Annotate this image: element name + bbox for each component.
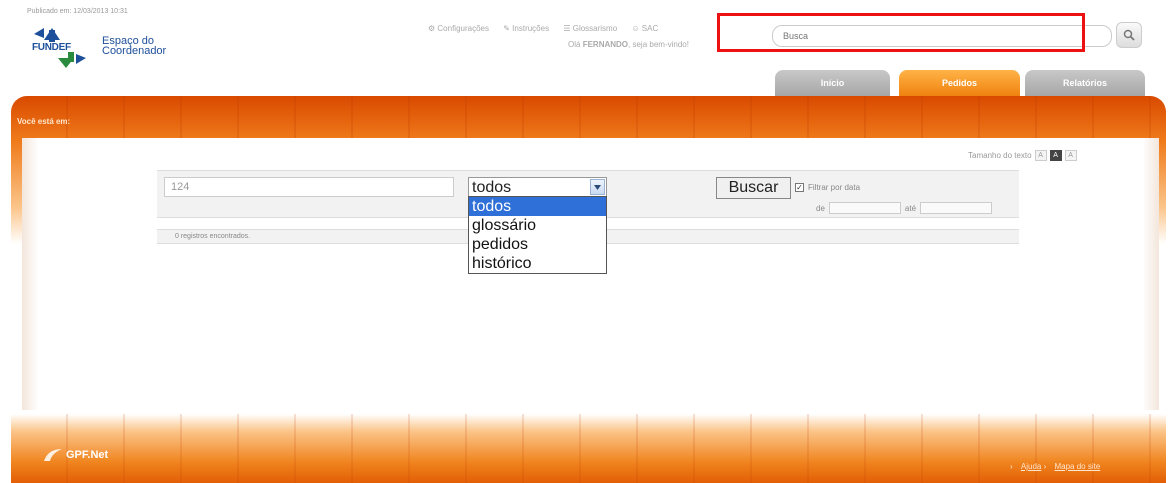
footer <box>11 414 1166 483</box>
select-value: todos <box>472 179 512 196</box>
date-filter-checkbox[interactable]: ✓ <box>795 183 804 192</box>
query-input[interactable] <box>164 177 454 197</box>
from-label: de <box>816 203 825 213</box>
category-select[interactable]: todos <box>468 177 607 197</box>
text-size-large-button[interactable]: A <box>1064 150 1077 161</box>
link-sac[interactable]: ☺ SAC <box>631 24 664 33</box>
chevron-down-icon <box>594 184 601 190</box>
top-links: ⚙ Configurações ✎ Instruções ☰ Glossaris… <box>428 24 670 33</box>
link-instrucoes[interactable]: ✎ Instruções <box>503 24 555 33</box>
buscar-button[interactable]: Buscar <box>716 177 791 199</box>
date-range: de até <box>816 202 993 214</box>
search-highlight-box <box>717 13 1085 52</box>
date-filter-label: Filtrar por data <box>808 183 861 192</box>
tab-relatorios[interactable]: Relatórios <box>1025 70 1145 96</box>
footer-logo-icon <box>44 449 62 461</box>
link-ajuda[interactable]: Ajuda <box>1021 462 1041 471</box>
user-greeting: Olá FERNANDO, seja bem-vindo! <box>568 40 689 49</box>
fundef-logo[interactable]: FUNDEF Espaço do Coordenador <box>30 24 180 74</box>
option-todos[interactable]: todos <box>469 197 606 216</box>
category-dropdown-list: todos glossário pedidos histórico <box>468 196 607 274</box>
link-configuracoes[interactable]: ⚙ Configurações <box>428 24 495 33</box>
breadcrumb: Você está em: <box>17 117 71 126</box>
tab-pedidos[interactable]: Pedidos <box>899 70 1020 96</box>
text-size-small-button[interactable]: A <box>1034 150 1047 161</box>
logo-subtitle: Espaço do Coordenador <box>102 36 167 57</box>
to-date-input[interactable] <box>920 202 993 214</box>
date-filter: ✓ Filtrar por data <box>795 183 860 192</box>
text-size-medium-button[interactable]: A <box>1049 150 1062 161</box>
text-size-control: Tamanho do texto A A A <box>968 150 1077 161</box>
from-date-input[interactable] <box>828 202 901 214</box>
option-historico[interactable]: histórico <box>469 254 606 273</box>
option-glossario[interactable]: glossário <box>469 216 606 235</box>
option-pedidos[interactable]: pedidos <box>469 235 606 254</box>
subtitle-line-2: Coordenador <box>102 45 167 57</box>
tab-inicio[interactable]: Início <box>775 70 890 96</box>
link-glossario[interactable]: ☰ Glossarismo <box>563 24 623 33</box>
text-size-label: Tamanho do texto <box>968 151 1032 160</box>
footer-links: › Ajuda › Mapa do site <box>1010 462 1101 471</box>
link-mapa-do-site[interactable]: Mapa do site <box>1054 462 1100 471</box>
footer-logo[interactable]: GPF.Net <box>42 447 108 463</box>
footer-logo-text: GPF.Net <box>66 449 109 461</box>
to-label: até <box>904 203 917 213</box>
logo-brand-text: FUNDEF <box>32 42 71 53</box>
search-icon <box>1123 29 1135 41</box>
published-date: Publicado em: 12/03/2013 10:31 <box>27 8 128 15</box>
search-button[interactable] <box>1116 22 1142 48</box>
select-arrow-button[interactable] <box>590 179 605 195</box>
user-name: FERNANDO <box>582 40 629 49</box>
